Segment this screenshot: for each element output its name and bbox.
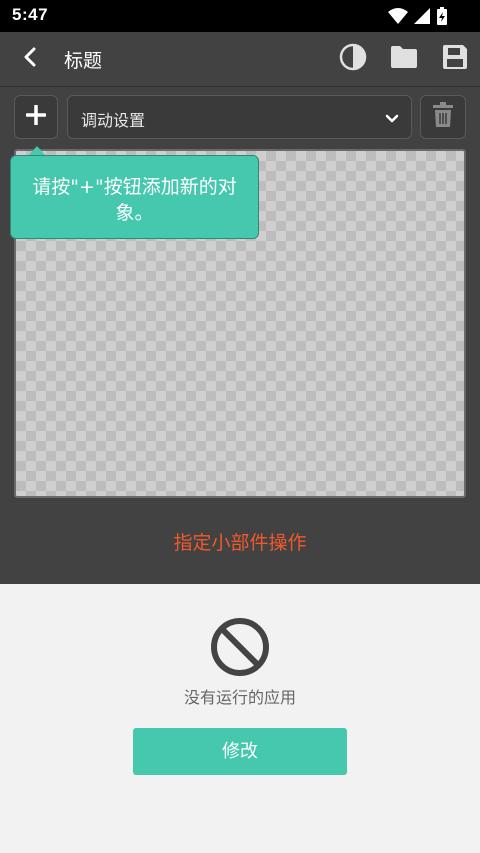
dropdown-selected-value: 调动设置 <box>81 111 146 130</box>
settings-dropdown[interactable]: 调动设置 <box>67 95 412 139</box>
battery-charging-icon <box>436 6 448 30</box>
signal-icon <box>414 7 430 29</box>
back-button[interactable] <box>16 45 44 73</box>
assign-widget-action-link[interactable]: 指定小部件操作 <box>0 528 480 555</box>
no-entry-icon <box>209 616 271 678</box>
status-bar: 5:47 <box>0 0 480 32</box>
status-icons <box>388 6 448 30</box>
add-object-button[interactable] <box>14 95 58 139</box>
status-time: 5:47 <box>12 5 49 24</box>
contrast-button[interactable] <box>338 43 368 75</box>
hint-tooltip: 请按"+"按钮添加新的对象。 <box>10 155 259 239</box>
modify-button[interactable]: 修改 <box>133 728 347 775</box>
plus-icon <box>25 104 47 129</box>
app-bar: 标题 <box>0 32 480 86</box>
bottom-panel: 没有运行的应用 修改 <box>0 584 480 853</box>
open-folder-button[interactable] <box>389 44 419 74</box>
folder-icon <box>390 45 418 73</box>
back-arrow-icon <box>23 47 37 71</box>
page-title: 标题 <box>64 50 103 72</box>
delete-button[interactable] <box>420 95 466 139</box>
chevron-down-icon <box>385 109 399 128</box>
save-icon <box>441 43 469 75</box>
contrast-icon <box>339 43 367 75</box>
wifi-icon <box>388 7 408 29</box>
save-button[interactable] <box>440 44 470 74</box>
no-running-apps-text: 没有运行的应用 <box>183 688 296 707</box>
toolbar-row: 调动设置 <box>0 87 480 147</box>
trash-icon <box>432 102 454 132</box>
